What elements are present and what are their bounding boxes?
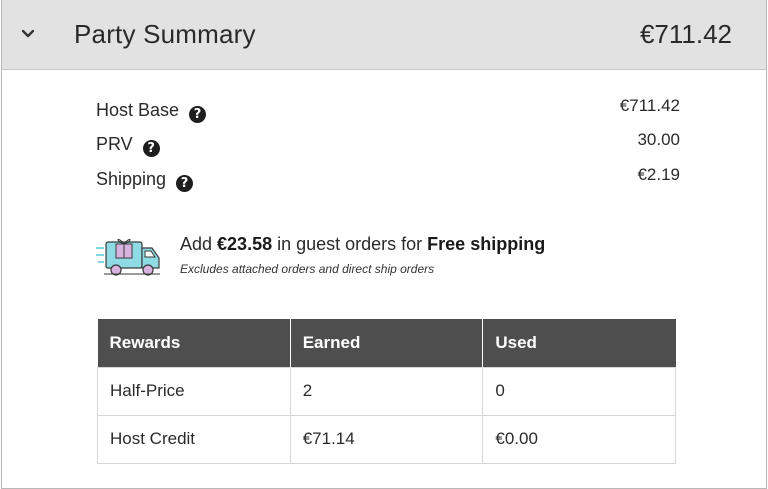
reward-name: Host Credit (97, 414, 291, 465)
host-base-value: €711.42 (619, 96, 680, 115)
shipping-label: Shipping? (96, 169, 194, 192)
free-shipping-promo: Add €23.58 in guest orders for Free ship… (96, 232, 696, 282)
reward-used: 0 (482, 366, 676, 416)
free-shipping-label: Free shipping (427, 234, 546, 254)
chevron-down-icon[interactable] (20, 26, 36, 42)
gift-delivery-van-icon (96, 238, 160, 276)
prv-row: PRV? 30.00 (96, 130, 680, 158)
table-header-row: Rewards Earned Used (97, 319, 676, 367)
column-header-used: Used (482, 319, 676, 367)
free-shipping-message: Add €23.58 in guest orders for Free ship… (180, 234, 546, 254)
shipping-value: €2.19 (637, 165, 680, 184)
prv-value: 30.00 (637, 130, 680, 149)
host-base-label: Host Base? (96, 100, 207, 123)
help-circle-icon[interactable]: ? (176, 175, 194, 192)
reward-name: Half-Price (97, 366, 291, 416)
table-row: Host Credit €71.14 €0.00 (97, 414, 676, 465)
reward-earned: 2 (289, 366, 484, 416)
remaining-amount: €23.58 (217, 234, 273, 254)
party-total: €711.42 (639, 19, 732, 49)
reward-used: €0.00 (482, 414, 676, 465)
party-summary-panel: Party Summary €711.42 Host Base? €711.42… (1, 0, 767, 489)
help-circle-icon[interactable]: ? (189, 106, 207, 123)
party-summary-header[interactable]: Party Summary €711.42 (2, 0, 766, 70)
host-base-row: Host Base? €711.42 (96, 96, 680, 124)
reward-earned: €71.14 (289, 414, 484, 465)
prv-label: PRV? (96, 134, 160, 157)
shipping-row: Shipping? €2.19 (96, 165, 680, 193)
help-circle-icon[interactable]: ? (142, 140, 160, 157)
panel-title: Party Summary (74, 19, 256, 49)
free-shipping-note: Excludes attached orders and direct ship… (180, 262, 435, 276)
column-header-rewards: Rewards (97, 319, 291, 367)
rewards-table: Rewards Earned Used Half-Price 2 0 Host … (97, 319, 676, 465)
column-header-earned: Earned (290, 319, 484, 367)
table-row: Half-Price 2 0 (97, 366, 676, 416)
